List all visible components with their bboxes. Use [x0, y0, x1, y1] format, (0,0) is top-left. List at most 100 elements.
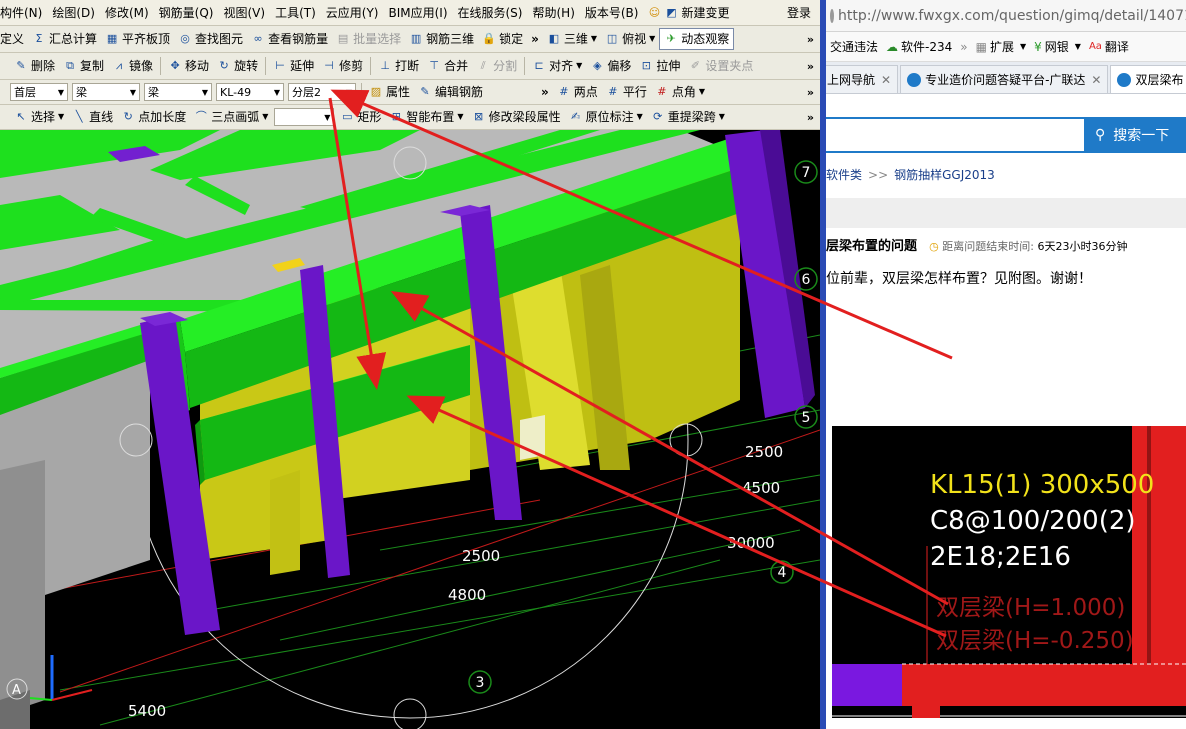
- delete-button[interactable]: ✎ 删除: [0, 55, 59, 77]
- rebar-3d-button[interactable]: ▥ 钢筋三维: [405, 28, 478, 50]
- align-dropdown[interactable]: ⊏ 对齐 ▼: [528, 55, 586, 77]
- mirror-button[interactable]: ⩘ 镜像: [108, 55, 157, 77]
- question-title: 层梁布置的问题: [826, 239, 918, 254]
- copy-button[interactable]: ⧉ 复制: [59, 55, 108, 77]
- type-value: 梁: [148, 86, 159, 99]
- lock-button[interactable]: 🔒 锁定: [478, 28, 527, 50]
- orbit-handle[interactable]: [669, 423, 703, 457]
- search-input[interactable]: [826, 117, 1086, 153]
- 3d-viewport[interactable]: 7 6 5 4 3 2500 4500 30000 2500 4800 5400: [0, 130, 820, 729]
- breadcrumb-item[interactable]: 钢筋抽样GGJ2013: [894, 168, 995, 182]
- translate-icon: Aa: [1088, 41, 1102, 52]
- breadcrumb-item[interactable]: 软件类: [826, 168, 862, 182]
- extend-button[interactable]: ⊢ 延伸: [269, 55, 318, 77]
- rotate-button[interactable]: ↻ 旋转: [213, 55, 262, 77]
- arc3-dropdown[interactable]: ⌒ 三点画弧 ▼: [190, 106, 272, 128]
- align-slab-button[interactable]: ▦ 平齐板顶: [101, 28, 174, 50]
- stretch-button[interactable]: ⊡ 拉伸: [635, 55, 684, 77]
- mirror-label: 镜像: [129, 59, 154, 73]
- toolbar-overflow-chevron-5[interactable]: »: [807, 86, 814, 99]
- toolbar-overflow-chevron-3[interactable]: »: [807, 60, 814, 73]
- toolbar-overflow-chevron-6[interactable]: »: [807, 111, 814, 124]
- tab-nav[interactable]: 上网导航 ✕: [826, 65, 899, 94]
- menu-help[interactable]: 帮助(H): [527, 0, 579, 25]
- chevron-down-icon: ▼: [1019, 42, 1027, 51]
- top-view-dropdown[interactable]: ◫ 俯视 ▼: [601, 28, 659, 50]
- smart-layout-label: 智能布置: [406, 110, 455, 124]
- summary-button[interactable]: Σ 汇总计算: [28, 28, 101, 50]
- type-select[interactable]: 梁 ▼: [144, 83, 212, 101]
- toolbar-overflow-chevron-2[interactable]: »: [807, 33, 814, 46]
- batch-select-button[interactable]: ▤ 批量选择: [332, 28, 405, 50]
- rect-button[interactable]: ▭ 矩形: [336, 106, 385, 128]
- select-dropdown[interactable]: ↖ 选择 ▼: [0, 106, 68, 128]
- split-button[interactable]: ⫽ 分割: [472, 55, 521, 77]
- point-angle-label: 点角: [671, 85, 696, 99]
- properties-button[interactable]: ▨ 属性: [365, 81, 414, 103]
- dynamic-view-button[interactable]: ✈ 动态观察: [659, 28, 735, 50]
- move-button[interactable]: ✥ 移动: [164, 55, 213, 77]
- floor-select[interactable]: 首层 ▼: [10, 83, 68, 101]
- close-icon[interactable]: ✕: [1091, 66, 1101, 94]
- parallel-button[interactable]: # 平行: [602, 81, 651, 103]
- edit-rebar-button[interactable]: ✎ 编辑钢筋: [414, 81, 487, 103]
- toolbar-overflow-chevron-1[interactable]: »: [527, 28, 543, 50]
- view-rebar-button[interactable]: ∞ 查看钢筋量: [247, 28, 332, 50]
- search-button-label: 搜索一下: [1113, 128, 1170, 144]
- url-text[interactable]: http://www.fwxgx.com/question/gimq/detai…: [838, 8, 1186, 24]
- trim-button[interactable]: ⊣ 修剪: [318, 55, 367, 77]
- close-icon[interactable]: ✕: [881, 66, 891, 94]
- three-d-dropdown[interactable]: ◧ 三维 ▼: [543, 28, 601, 50]
- offset-button[interactable]: ◈ 偏移: [586, 55, 635, 77]
- grip-icon: ✐: [690, 59, 700, 72]
- define-button[interactable]: 定义: [0, 28, 28, 50]
- toolbar-draw: ↖ 选择 ▼ ╲ 直线 ↻ 点加长度 ⌒ 三点画弧 ▼ ▼ ▭ 矩形 ⊞ 智能布置 ▼ ⊠ 修改梁段…: [0, 105, 820, 130]
- toolbar-element: 首层 ▼ 梁 ▼ 梁 ▼ KL-49 ▼ 分层2 ▼ ▨ 属性 ✎ 编辑钢筋 » # 两点 # 平…: [0, 80, 820, 105]
- address-bar[interactable]: http://www.fwxgx.com/question/gimq/detai…: [826, 0, 1186, 32]
- in-situ-dropdown[interactable]: ✍ 原位标注 ▼: [565, 106, 647, 128]
- dimension-30000: 30000: [727, 534, 775, 552]
- menu-tools[interactable]: 工具(T): [270, 0, 321, 25]
- menu-bim[interactable]: BIM应用(I): [383, 0, 452, 25]
- re-span-dropdown[interactable]: ⟳ 重提梁跨 ▼: [647, 106, 729, 128]
- bookmark-software[interactable]: ☁ 软件-234: [882, 38, 956, 55]
- point-length-button[interactable]: ↻ 点加长度: [117, 106, 190, 128]
- break-button[interactable]: ⊥ 打断: [374, 55, 423, 77]
- orbit-handle[interactable]: [393, 698, 427, 729]
- bookmark-bank[interactable]: ¥ 网银 ▼: [1030, 38, 1085, 55]
- element-select[interactable]: KL-49 ▼: [216, 83, 284, 101]
- smart-layout-dropdown[interactable]: ⊞ 智能布置 ▼: [385, 106, 467, 128]
- menu-modify[interactable]: 修改(M): [100, 0, 154, 25]
- login-link[interactable]: 登录: [782, 0, 816, 25]
- layer-select[interactable]: 分层2 ▼: [288, 83, 356, 101]
- menu-view[interactable]: 视图(V): [218, 0, 270, 25]
- separator: [160, 57, 162, 75]
- search-button[interactable]: ⚲ 搜索一下: [1085, 117, 1186, 153]
- toolbar-overflow-chevron-4[interactable]: »: [537, 81, 553, 103]
- line-button[interactable]: ╲ 直线: [68, 106, 117, 128]
- arc-icon: ⌒: [195, 110, 207, 123]
- chevron-right-icon[interactable]: »: [956, 40, 971, 54]
- menu-component[interactable]: 构件(N): [0, 0, 47, 25]
- merge-button[interactable]: ⊤ 合并: [423, 55, 472, 77]
- tab-double-beam[interactable]: 双层梁布: [1110, 65, 1186, 93]
- draw-mode-select[interactable]: ▼: [274, 108, 335, 126]
- bookmark-traffic[interactable]: 交通违法: [826, 38, 882, 55]
- menu-rebar-quantity[interactable]: 钢筋量(Q): [154, 0, 219, 25]
- menu-cloud[interactable]: 云应用(Y): [321, 0, 384, 25]
- find-element-button[interactable]: ◎ 查找图元: [174, 28, 247, 50]
- bookmark-translate[interactable]: Aa 翻译: [1085, 38, 1133, 55]
- menu-online[interactable]: 在线服务(S): [453, 0, 528, 25]
- new-change-button[interactable]: ☺ ◩ 新建变更: [643, 2, 733, 24]
- category-select[interactable]: 梁 ▼: [72, 83, 140, 101]
- two-points-button[interactable]: # 两点: [553, 81, 602, 103]
- re-span-icon: ⟳: [653, 110, 663, 123]
- modify-span-button[interactable]: ⊠ 修改梁段属性: [468, 106, 565, 128]
- bookmark-extensions[interactable]: ▦ 扩展 ▼: [972, 38, 1031, 55]
- menu-version[interactable]: 版本号(B): [580, 0, 644, 25]
- top-view-icon: ◫: [606, 32, 618, 45]
- tab-qa-platform[interactable]: 专业造价问题答疑平台-广联达 ✕: [900, 65, 1109, 94]
- menu-draw[interactable]: 绘图(D): [47, 0, 100, 25]
- set-grip-button[interactable]: ✐ 设置夹点: [684, 55, 757, 77]
- point-angle-dropdown[interactable]: # 点角 ▼: [651, 81, 709, 103]
